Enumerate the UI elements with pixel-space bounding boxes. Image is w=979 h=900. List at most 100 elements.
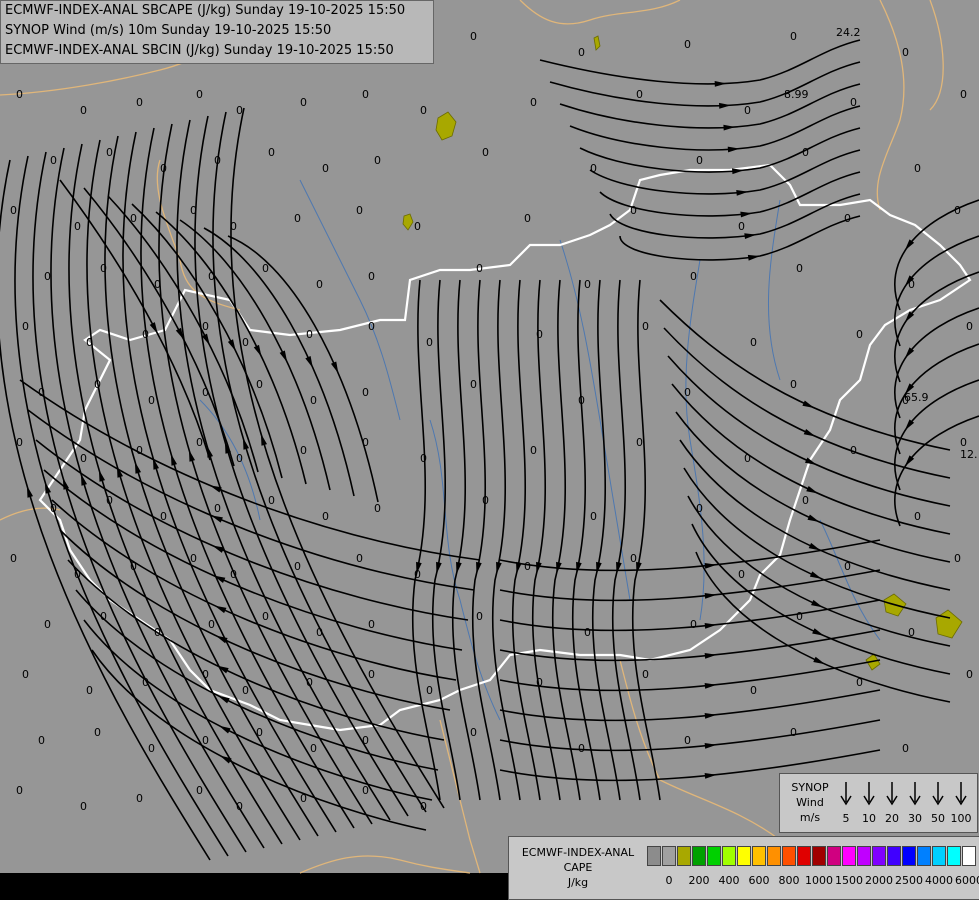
index-value: 0 [86, 336, 93, 349]
index-value: 0 [294, 212, 301, 225]
cape-legend-swatch [962, 846, 976, 866]
index-value: 0 [696, 154, 703, 167]
index-value: 0 [190, 552, 197, 565]
index-value: 0 [294, 560, 301, 573]
index-value: 0 [100, 262, 107, 275]
cape-legend-swatch [842, 846, 856, 866]
index-value: 0 [100, 610, 107, 623]
index-value: 0 [142, 328, 149, 341]
index-value: 0 [74, 220, 81, 233]
wind-legend-title-line: Wind [796, 796, 824, 809]
cape-legend-swatch [722, 846, 736, 866]
index-value: 0 [130, 212, 137, 225]
cape-legend-swatch [767, 846, 781, 866]
cape-legend-swatch [872, 846, 886, 866]
cape-legend-swatch [647, 846, 661, 866]
wind-legend-value: 10 [862, 812, 876, 825]
title-line-synop-wind: SYNOP Wind (m/s) 10m Sunday 19-10-2025 1… [5, 23, 332, 38]
index-value: 0 [696, 502, 703, 515]
index-value: 0 [196, 88, 203, 101]
index-value: 0 [86, 684, 93, 697]
index-value: 0 [470, 30, 477, 43]
index-value: 0 [196, 436, 203, 449]
index-value: 0 [374, 502, 381, 515]
index-value: 0 [242, 684, 249, 697]
index-value: 0 [130, 560, 137, 573]
index-value: 0 [584, 626, 591, 639]
index-value: 0 [642, 668, 649, 681]
index-value: 0 [684, 734, 691, 747]
cape-legend-tick: 1000 [805, 874, 833, 887]
cape-legend-tick: 2000 [865, 874, 893, 887]
index-value: 0 [80, 800, 87, 813]
cape-legend-swatch [887, 846, 901, 866]
index-value: 0 [368, 668, 375, 681]
index-value: 0 [362, 88, 369, 101]
index-value: 0 [80, 452, 87, 465]
index-value: 0 [420, 800, 427, 813]
index-value: 0 [374, 154, 381, 167]
index-value: 0 [630, 204, 637, 217]
index-value: 0 [356, 204, 363, 217]
index-value: 0 [362, 436, 369, 449]
index-value: 0 [94, 378, 101, 391]
index-value: 0 [796, 262, 803, 275]
cape-legend-swatch [917, 846, 931, 866]
title-line-sbcin: ECMWF-INDEX-ANAL SBCIN (J/kg) Sunday 19-… [5, 43, 394, 58]
cape-legend-title-line: J/kg [567, 876, 589, 889]
cape-legend-swatch [857, 846, 871, 866]
index-value: 0 [44, 618, 51, 631]
index-value: 0 [414, 220, 421, 233]
index-value: 0 [856, 328, 863, 341]
cape-legend-swatch [692, 846, 706, 866]
cape-legend-tick: 800 [778, 874, 800, 887]
index-value: 0 [94, 726, 101, 739]
index-value: 0 [148, 742, 155, 755]
index-value: 0 [300, 444, 307, 457]
index-value: 0 [236, 104, 243, 117]
cape-legend-swatch [797, 846, 811, 866]
weather-map: 0 0 0 0 0 0 0 0 0 0 0 0 0 0 0 0 0 0 0 0 0 0 0 0 0 0 0 0 0 0 0 0 0 0 0 0 0 0 0 0… [0, 0, 979, 900]
index-value: 0 [356, 552, 363, 565]
index-value: 0 [306, 328, 313, 341]
cape-legend-tick: 4000 [925, 874, 953, 887]
index-value: 0 [914, 510, 921, 523]
wind-legend-title-line: SYNOP [791, 781, 829, 794]
index-value: 0 [578, 394, 585, 407]
cape-legend-swatch [812, 846, 826, 866]
index-value: 0 [202, 668, 209, 681]
index-value: 0 [316, 626, 323, 639]
index-value: 0 [530, 444, 537, 457]
index-value: 0 [470, 378, 477, 391]
index-value: 0 [136, 444, 143, 457]
index-value: 0 [536, 328, 543, 341]
index-value: 0 [160, 510, 167, 523]
index-value: 0 [362, 734, 369, 747]
index-value: 0 [208, 270, 215, 283]
cape-legend-tick: 400 [718, 874, 740, 887]
index-value: 0 [38, 734, 45, 747]
index-value: 0 [470, 726, 477, 739]
index-value-labeled: 24.2 [836, 26, 861, 39]
cape-legend-swatch [752, 846, 766, 866]
index-value: 0 [690, 618, 697, 631]
index-value: 0 [10, 204, 17, 217]
cape-legend-title-line: CAPE [563, 861, 593, 874]
index-value: 0 [790, 30, 797, 43]
index-value: 0 [524, 560, 531, 573]
index-value: 0 [44, 270, 51, 283]
index-value: 0 [16, 784, 23, 797]
index-value: 0 [310, 394, 317, 407]
index-value: 0 [202, 386, 209, 399]
index-value: 0 [578, 742, 585, 755]
index-value: 0 [908, 626, 915, 639]
index-value: 0 [414, 568, 421, 581]
index-value: 0 [368, 270, 375, 283]
cape-legend-tick: 0 [665, 874, 673, 887]
index-value: 0 [322, 510, 329, 523]
cape-legend-swatch [782, 846, 796, 866]
index-value: 0 [230, 568, 237, 581]
index-value: 0 [154, 278, 161, 291]
cape-legend-swatch [947, 846, 961, 866]
cape-legend-tick: 600 [748, 874, 770, 887]
